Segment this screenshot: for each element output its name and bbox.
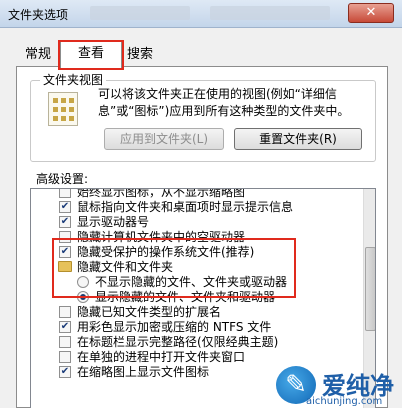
list-item[interactable]: ✔ 隐藏受保护的操作系统文件(推荐) (31, 245, 361, 260)
scrollbar-thumb[interactable] (365, 247, 375, 331)
list-item-label: 显示隐藏的文件、文件夹和驱动器 (95, 290, 276, 304)
checkbox[interactable] (59, 336, 71, 348)
tab-search[interactable]: 搜索 (118, 44, 162, 66)
checkbox[interactable]: ✔ (59, 201, 71, 213)
list-item-label: 隐藏受保护的操作系统文件(推荐) (77, 245, 255, 259)
radio-button[interactable] (77, 276, 89, 288)
list-item-label: 显示驱动器号 (77, 215, 150, 229)
list-item[interactable]: 隐藏计算机文件夹中的空驱动器 (31, 230, 361, 245)
folder-views-label: 文件夹视图 (40, 71, 107, 88)
reset-folders-button[interactable]: 重置文件夹(R) (234, 128, 362, 150)
list-item-label: 始终显示图标，从不显示缩略图 (77, 188, 246, 199)
folder-options-window: 文件夹选项 ✕ 常规 查看 搜索 文件夹视图 可以将该文件夹正在使用的视图(例如… (0, 0, 402, 408)
checkbox[interactable] (59, 231, 71, 243)
folder-view-icon (48, 92, 78, 126)
window-title: 文件夹选项 (8, 8, 69, 22)
title-bar: 文件夹选项 ✕ (0, 0, 402, 28)
list-item[interactable]: ✔ 显示驱动器号 (31, 215, 361, 230)
list-item[interactable]: 在单独的进程中打开文件夹窗口 (31, 350, 361, 365)
list-item[interactable]: 在标题栏显示完整路径(仅限经典主题) (31, 335, 361, 350)
list-item[interactable]: ✔ 鼠标指向文件夹和桌面项时显示提示信息 (31, 200, 361, 215)
checkbox[interactable]: ✔ (59, 321, 71, 333)
list-item-label: 鼠标指向文件夹和桌面项时显示提示信息 (77, 200, 294, 214)
advanced-settings-label: 高级设置: (36, 172, 89, 186)
list-item[interactable]: 显示隐藏的文件、文件夹和驱动器 (31, 290, 361, 305)
tab-view[interactable]: 查看 (60, 40, 122, 68)
list-item-label: 不显示隐藏的文件、文件夹或驱动器 (95, 275, 288, 289)
list-item[interactable]: 不显示隐藏的文件、文件夹或驱动器 (31, 275, 361, 290)
checkbox[interactable] (59, 306, 71, 318)
checkbox[interactable]: ✔ (59, 216, 71, 228)
apply-to-folders-button[interactable]: 应用到文件夹(L) (104, 128, 224, 150)
folder-views-description: 可以将该文件夹正在使用的视图(例如“详细信息”或“图标”)应用到所有这种类型的文… (98, 87, 350, 118)
blurred-region (210, 6, 330, 20)
list-item[interactable]: ✔ 用彩色显示加密或压缩的 NTFS 文件 (31, 320, 361, 335)
checkbox[interactable]: ✔ (59, 366, 71, 378)
list-item[interactable]: 隐藏已知文件类型的扩展名 (31, 305, 361, 320)
radio-button[interactable] (77, 291, 89, 303)
list-item: 隐藏文件和文件夹 (31, 260, 361, 275)
watermark-url: aichunjing.com (306, 396, 383, 407)
checkbox[interactable] (59, 351, 71, 363)
list-item-label: 隐藏已知文件类型的扩展名 (77, 305, 222, 319)
close-button[interactable]: ✕ (348, 3, 394, 23)
folder-icon (58, 261, 72, 272)
list-item-label: 在标题栏显示完整路径(仅限经典主题) (77, 335, 279, 349)
tab-general[interactable]: 常规 (18, 44, 58, 66)
list-item[interactable]: 始终显示图标，从不显示缩略图 (31, 188, 361, 200)
list-item-label: 在缩略图上显示文件图标 (77, 365, 210, 379)
list-item-label: 在单独的进程中打开文件夹窗口 (77, 350, 246, 364)
list-item-label: 隐藏计算机文件夹中的空驱动器 (77, 230, 246, 244)
blurred-region (90, 6, 190, 20)
checkbox[interactable] (59, 189, 71, 198)
list-item-label: 用彩色显示加密或压缩的 NTFS 文件 (77, 320, 272, 334)
list-item-label: 隐藏文件和文件夹 (77, 260, 174, 274)
checkbox[interactable]: ✔ (59, 246, 71, 258)
close-icon: ✕ (365, 5, 377, 20)
